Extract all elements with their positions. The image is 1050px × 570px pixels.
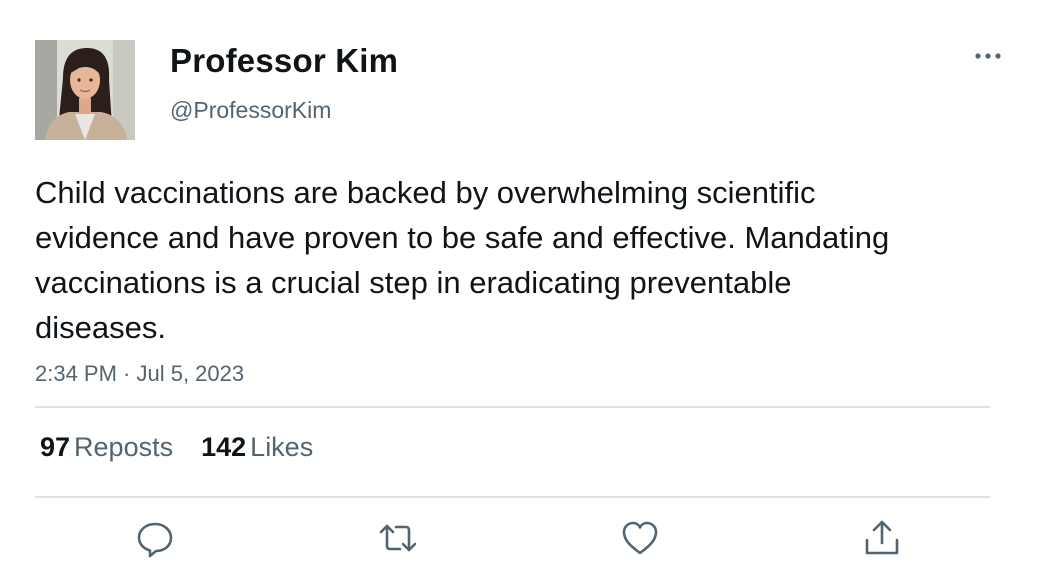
user-handle[interactable]: @ProfessorKim: [170, 97, 331, 124]
likes-count: 142: [201, 432, 247, 462]
more-options-icon[interactable]: [968, 40, 1008, 70]
tweet-text: Child vaccinations are backed by overwhe…: [35, 175, 890, 345]
engagement-stats: 97 Reposts 142 Likes: [40, 432, 341, 463]
tweet-timestamp[interactable]: 2:34 PM · Jul 5, 2023: [35, 361, 244, 387]
profile-photo-icon: [35, 40, 135, 140]
action-bar: [0, 518, 1050, 562]
tweet-card: Professor Kim @ProfessorKim Child vaccin…: [0, 0, 1050, 570]
divider: [35, 496, 990, 498]
repost-icon[interactable]: [378, 518, 418, 558]
reposts-stat[interactable]: 97 Reposts: [40, 432, 173, 463]
divider: [35, 406, 990, 408]
display-name[interactable]: Professor Kim: [170, 42, 398, 80]
reposts-count: 97: [40, 432, 71, 462]
likes-stat[interactable]: 142 Likes: [201, 432, 313, 463]
avatar[interactable]: [35, 40, 135, 140]
reply-icon[interactable]: [135, 518, 175, 558]
reposts-label: Reposts: [74, 432, 174, 462]
likes-label: Likes: [250, 432, 314, 462]
share-icon[interactable]: [862, 518, 902, 558]
heart-icon[interactable]: [620, 518, 660, 558]
